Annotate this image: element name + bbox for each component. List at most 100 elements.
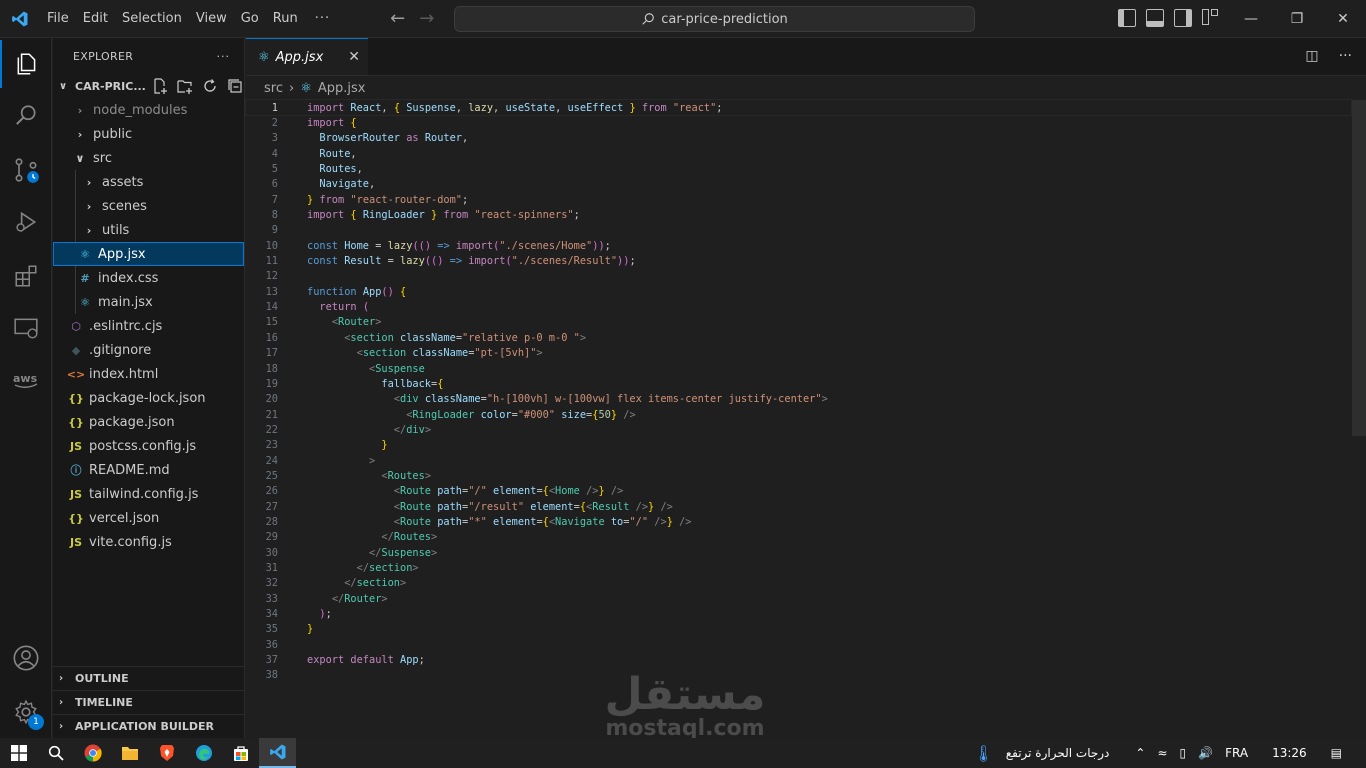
code-line[interactable]: 10 const Home = lazy(() => import("./scen… (246, 238, 1351, 253)
taskbar-search-icon[interactable] (37, 738, 74, 768)
tree-item-eslintrc[interactable]: ⬡ .eslintrc.cjs (53, 314, 244, 338)
remote-explorer-icon[interactable] (0, 304, 52, 352)
code-line[interactable]: 28 <Route path="*" element={<Navigate to… (246, 514, 1351, 529)
code-line[interactable]: 38 (246, 668, 1351, 683)
code-line[interactable]: 33 </Router> (246, 591, 1351, 606)
tree-item-utils[interactable]: › utils (53, 218, 244, 242)
tree-item-public[interactable]: › public (53, 122, 244, 146)
restore-icon[interactable]: ❐ (1274, 0, 1320, 38)
manage-gear-icon[interactable]: 1 (0, 688, 52, 736)
tree-item-gitignore[interactable]: ◆ .gitignore (53, 338, 244, 362)
windows-start-icon[interactable] (0, 738, 37, 768)
code-line[interactable]: 29 </Routes> (246, 530, 1351, 545)
code-line[interactable]: 27 <Route path="/result" element={<Resul… (246, 499, 1351, 514)
toggle-primary-sidebar-icon[interactable] (1118, 9, 1136, 27)
tree-item-vercel[interactable]: {} vercel.json (53, 506, 244, 530)
outline-section[interactable]: › OUTLINE (53, 666, 245, 690)
tree-item-node-modules[interactable]: › node_modules (53, 98, 244, 122)
code-line[interactable]: 31 </section> (246, 560, 1351, 575)
code-line[interactable]: 4 Route, (246, 146, 1351, 161)
code-line[interactable]: 26 <Route path="/" element={<Home />} /> (246, 484, 1351, 499)
menu-go[interactable]: Go (234, 11, 266, 26)
code-line[interactable]: 9 (246, 223, 1351, 238)
breadcrumb-src[interactable]: src (264, 81, 283, 96)
code-line[interactable]: 1 import React, { Suspense, lazy, useStat… (245, 98, 1352, 117)
code-line[interactable]: 3 BrowserRouter as Router, (246, 131, 1351, 146)
language-indicator[interactable]: FRA (1219, 746, 1254, 760)
run-debug-icon[interactable] (0, 198, 52, 246)
breadcrumb-file[interactable]: App.jsx (318, 81, 366, 96)
menu-view[interactable]: View (189, 11, 234, 26)
menu-run[interactable]: Run (266, 11, 305, 26)
code-line[interactable]: 24 > (246, 453, 1351, 468)
code-line[interactable]: 30 </Suspense> (246, 545, 1351, 560)
back-arrow-icon[interactable]: ← (390, 8, 405, 29)
menu-file[interactable]: File (40, 11, 76, 26)
code-line[interactable]: 11 const Result = lazy(() => import("./sc… (246, 253, 1351, 268)
store-icon[interactable] (222, 738, 259, 768)
edge-icon[interactable] (185, 738, 222, 768)
search-view-icon[interactable] (0, 92, 52, 140)
code-line[interactable]: 35} (246, 622, 1351, 637)
refresh-icon[interactable] (202, 78, 219, 95)
code-line[interactable]: 21 <RingLoader color="#000" size={50} /> (246, 407, 1351, 422)
tray-chevron-up-icon[interactable]: ⌃ (1129, 746, 1151, 760)
tab-app-jsx[interactable]: ⚛ App.jsx ✕ (246, 38, 368, 75)
clock[interactable]: 13:26 (1254, 746, 1325, 760)
tree-item-vite-config[interactable]: JS vite.config.js (53, 530, 244, 554)
menu-more[interactable]: ··· (305, 11, 340, 26)
tree-item-app-jsx[interactable]: ⚛ App.jsx (53, 242, 244, 266)
code-line[interactable]: 14 return ( (246, 299, 1351, 314)
customize-layout-icon[interactable] (1202, 9, 1220, 27)
code-line[interactable]: 22 </div> (246, 422, 1351, 437)
code-line[interactable]: 7} from "react-router-dom"; (246, 192, 1351, 207)
editor-scrollbar[interactable] (1352, 100, 1366, 436)
collapse-all-icon[interactable] (227, 78, 244, 95)
tree-item-package-json[interactable]: {} package.json (53, 410, 244, 434)
notifications-icon[interactable]: ▤ (1325, 746, 1366, 760)
code-line[interactable]: 20 <div className="h-[100vh] w-[100vw] f… (246, 392, 1351, 407)
tree-item-postcss[interactable]: JS postcss.config.js (53, 434, 244, 458)
phone-link-icon[interactable]: ▯ (1174, 746, 1193, 760)
tree-item-readme[interactable]: ⓘ README.md (53, 458, 244, 482)
weather-text[interactable]: درجات الحرارة ترتفع (1000, 746, 1130, 760)
application-builder-section[interactable]: › APPLICATION BUILDER (53, 714, 245, 738)
tree-item-scenes[interactable]: › scenes (53, 194, 244, 218)
code-line[interactable]: 34 ); (246, 606, 1351, 621)
new-folder-icon[interactable] (177, 78, 194, 95)
tree-item-index-html[interactable]: <> index.html (53, 362, 244, 386)
wifi-icon[interactable]: ≈ (1151, 746, 1173, 760)
tree-item-src[interactable]: ∨ src (53, 146, 244, 170)
editor-more-icon[interactable]: ··· (1339, 48, 1352, 64)
code-line[interactable]: 17 <section className="pt-[5vh]"> (246, 346, 1351, 361)
toggle-panel-icon[interactable] (1146, 9, 1164, 27)
volume-icon[interactable]: 🔊 (1192, 746, 1219, 760)
file-explorer-icon[interactable] (111, 738, 148, 768)
code-editor[interactable]: 1 import React, { Suspense, lazy, useStat… (245, 98, 1352, 720)
project-root[interactable]: ∨ CAR-PRIC... (53, 74, 244, 98)
code-line[interactable]: 19 fallback={ (246, 376, 1351, 391)
code-line[interactable]: 37 export default App; (246, 652, 1351, 667)
code-line[interactable]: 32 </section> (246, 576, 1351, 591)
code-line[interactable]: 23 } (246, 438, 1351, 453)
menu-edit[interactable]: Edit (76, 11, 115, 26)
timeline-section[interactable]: › TIMELINE (53, 690, 245, 714)
extensions-icon[interactable] (0, 252, 52, 300)
tree-item-package-lock[interactable]: {} package-lock.json (53, 386, 244, 410)
code-line[interactable]: 12 (246, 269, 1351, 284)
aws-icon[interactable]: aws (0, 356, 52, 404)
close-window-icon[interactable]: ✕ (1320, 0, 1366, 38)
thermometer-icon[interactable]: 🌡 (967, 744, 999, 763)
close-tab-icon[interactable]: ✕ (348, 49, 360, 65)
brave-icon[interactable] (148, 738, 185, 768)
code-line[interactable]: 6 Navigate, (246, 177, 1351, 192)
toggle-secondary-sidebar-icon[interactable] (1174, 9, 1192, 27)
source-control-icon[interactable] (0, 146, 52, 194)
split-editor-icon[interactable]: ◫ (1305, 48, 1318, 64)
code-line[interactable]: 36 (246, 637, 1351, 652)
code-line[interactable]: 15 <Router> (246, 315, 1351, 330)
tree-item-main-jsx[interactable]: ⚛ main.jsx (53, 290, 244, 314)
chrome-icon[interactable] (74, 738, 111, 768)
code-line[interactable]: 13 function App() { (246, 284, 1351, 299)
tree-item-index-css[interactable]: # index.css (53, 266, 244, 290)
